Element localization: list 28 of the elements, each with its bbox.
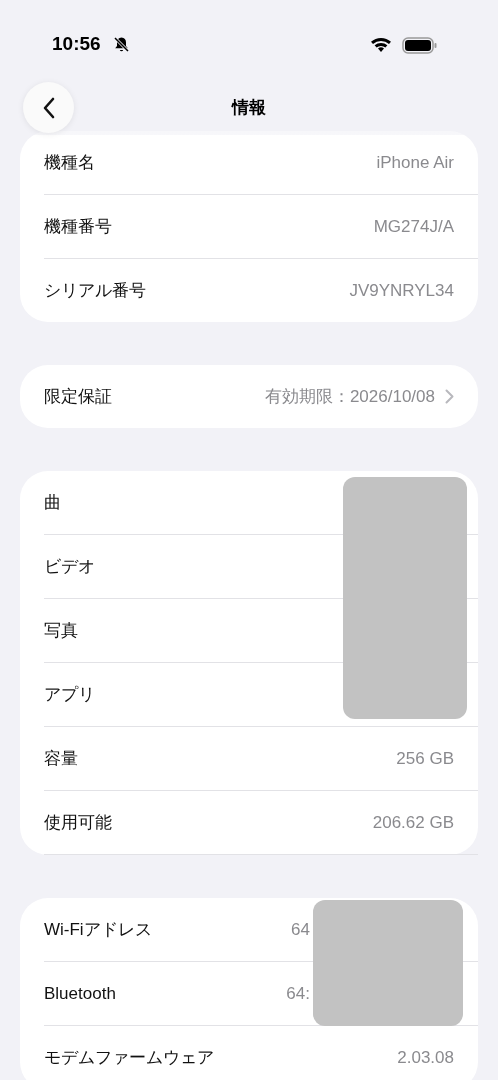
row-value: JV9YNRYL34 bbox=[349, 280, 454, 301]
row-value: 64: bbox=[286, 983, 310, 1004]
battery-icon bbox=[402, 37, 438, 54]
row-value: 64 bbox=[291, 919, 310, 940]
row-label: 容量 bbox=[44, 748, 78, 770]
status-time: 10:56 bbox=[52, 33, 101, 55]
row-value: 2.03.08 bbox=[397, 1047, 454, 1068]
row-label: 写真 bbox=[44, 620, 78, 642]
row-label: 機種名 bbox=[44, 152, 95, 174]
back-button[interactable] bbox=[23, 82, 74, 133]
row-label: Wi-Fiアドレス bbox=[44, 919, 152, 941]
row-label: Bluetooth bbox=[44, 983, 116, 1004]
row-label: シリアル番号 bbox=[44, 280, 146, 302]
row-value: iPhone Air bbox=[376, 152, 454, 173]
row-value: 256 GB bbox=[396, 748, 454, 769]
wifi-icon bbox=[370, 37, 392, 53]
row-label: 曲 bbox=[44, 492, 61, 514]
back-icon bbox=[41, 95, 56, 120]
row-value: MG274J/A bbox=[373, 216, 454, 237]
row-label: 機種番号 bbox=[44, 216, 112, 238]
row-value: 有効期限：2026/10/08 bbox=[264, 386, 435, 408]
nav-title: 情報 bbox=[230, 97, 267, 119]
row-label: モデムファームウェア bbox=[44, 1047, 214, 1069]
row-label: 限定保証 bbox=[44, 386, 112, 408]
row-value: 206.62 GB bbox=[372, 812, 454, 833]
row-label: 使用可能 bbox=[44, 812, 112, 834]
row-label: ビデオ bbox=[44, 556, 95, 578]
row-label: アプリ bbox=[44, 684, 95, 706]
